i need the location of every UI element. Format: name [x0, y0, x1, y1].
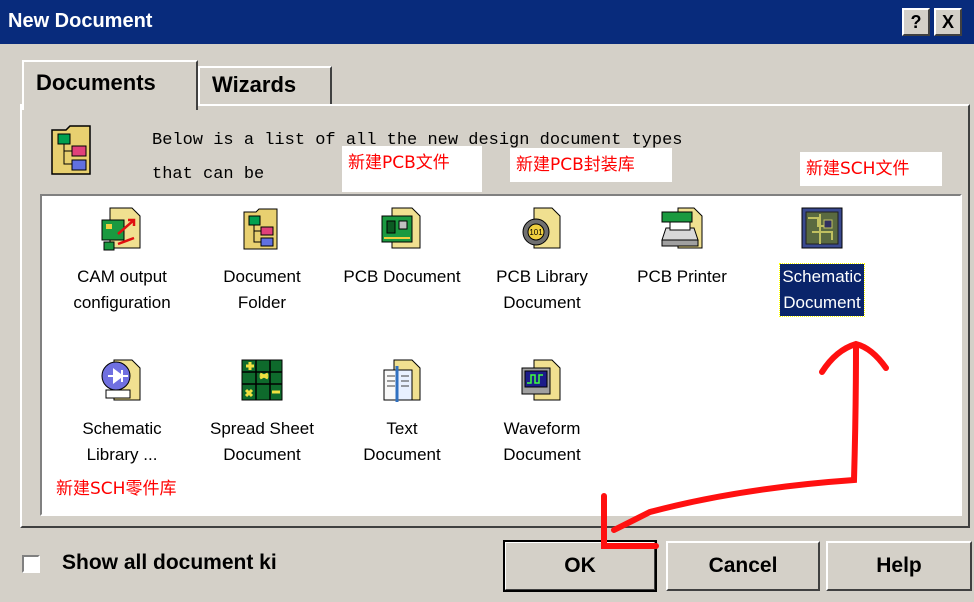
tab-documents[interactable]: Documents	[22, 60, 198, 110]
ok-button[interactable]: OK	[503, 540, 657, 592]
cam-output-icon	[101, 207, 141, 251]
window-title: New Document	[8, 10, 153, 32]
list-item-cam-output[interactable]: CAM output configuration	[52, 204, 192, 316]
document-label: CAM output configuration	[71, 264, 172, 316]
annotation-new-sch-library: 新建SCH零件库	[50, 472, 226, 504]
label-line2: Document	[363, 445, 441, 464]
document-label: PCB Document	[341, 264, 462, 290]
document-label: Text Document	[361, 416, 442, 468]
schematic-library-icon	[101, 359, 141, 401]
list-item-spread-sheet[interactable]: Spread Sheet Document	[192, 356, 332, 468]
annotation-new-pcb-library: 新建PCB封装库	[510, 148, 672, 182]
document-label: Document Folder	[221, 264, 302, 316]
show-all-label: Show all document ki	[62, 551, 277, 574]
help-button[interactable]: Help	[826, 541, 972, 591]
title-bar: New Document ? X	[0, 0, 974, 44]
label-line1: PCB Document	[343, 267, 461, 286]
document-folder-icon	[51, 125, 91, 175]
schematic-document-icon	[801, 207, 843, 249]
close-title-button[interactable]: X	[934, 8, 962, 36]
label-line2: configuration	[73, 293, 171, 312]
list-item-document-folder[interactable]: Document Folder	[192, 204, 332, 316]
spread-sheet-icon	[241, 359, 283, 401]
list-item-schematic-document[interactable]: Schematic Document	[752, 204, 892, 317]
annotation-new-pcb-file: 新建PCB文件	[342, 146, 482, 192]
label-line2: Document	[783, 293, 861, 312]
show-all-checkbox[interactable]	[22, 555, 40, 573]
label-line2: Document	[223, 445, 301, 464]
waveform-document-icon	[521, 359, 561, 401]
document-label: Schematic Document	[779, 263, 865, 317]
tab-documents-label: Documents	[36, 70, 156, 95]
pcb-document-icon	[381, 207, 421, 249]
help-title-button[interactable]: ?	[902, 8, 930, 36]
label-line2: Folder	[237, 293, 287, 312]
text-document-icon	[383, 359, 421, 402]
document-type-list[interactable]: CAM output configuration Document Folder P…	[40, 194, 962, 516]
annotation-new-sch-file: 新建SCH文件	[800, 152, 942, 186]
label-line2: Library ...	[86, 445, 158, 464]
document-label: Waveform Document	[501, 416, 582, 468]
label-line1: Spread Sheet	[210, 419, 314, 438]
label-line1: PCB Library	[496, 267, 588, 286]
label-line1: PCB Printer	[637, 267, 727, 286]
document-label: Schematic Library ...	[80, 416, 163, 468]
svg-text:101: 101	[529, 228, 543, 237]
label-line1: Waveform	[503, 419, 581, 438]
label-line1: Schematic	[782, 267, 862, 286]
label-line1: CAM output	[77, 267, 167, 286]
document-label: PCB Library Document	[494, 264, 590, 316]
list-item-waveform-document[interactable]: Waveform Document	[472, 356, 612, 468]
tab-wizards[interactable]: Wizards	[198, 66, 332, 104]
label-line2: Document	[503, 445, 581, 464]
description-line2: that can be	[152, 165, 265, 184]
label-line2: Document	[503, 293, 581, 312]
label-line1: Document	[223, 267, 301, 286]
list-item-schematic-library[interactable]: Schematic Library ...	[52, 356, 192, 468]
document-folder-icon	[243, 208, 278, 250]
list-item-text-document[interactable]: Text Document	[332, 356, 472, 468]
pcb-library-icon: 101	[522, 207, 561, 249]
list-item-pcb-library[interactable]: 101 PCB Library Document	[472, 204, 612, 316]
document-label: PCB Printer	[635, 264, 729, 290]
list-item-pcb-printer[interactable]: PCB Printer	[612, 204, 752, 290]
document-label: Spread Sheet Document	[208, 416, 316, 468]
label-line1: Text	[386, 419, 418, 438]
pcb-printer-icon	[661, 207, 703, 249]
tab-wizards-label: Wizards	[212, 72, 297, 97]
list-item-pcb-document[interactable]: PCB Document	[332, 204, 472, 290]
cancel-button[interactable]: Cancel	[666, 541, 820, 591]
label-line1: Schematic	[82, 419, 162, 438]
